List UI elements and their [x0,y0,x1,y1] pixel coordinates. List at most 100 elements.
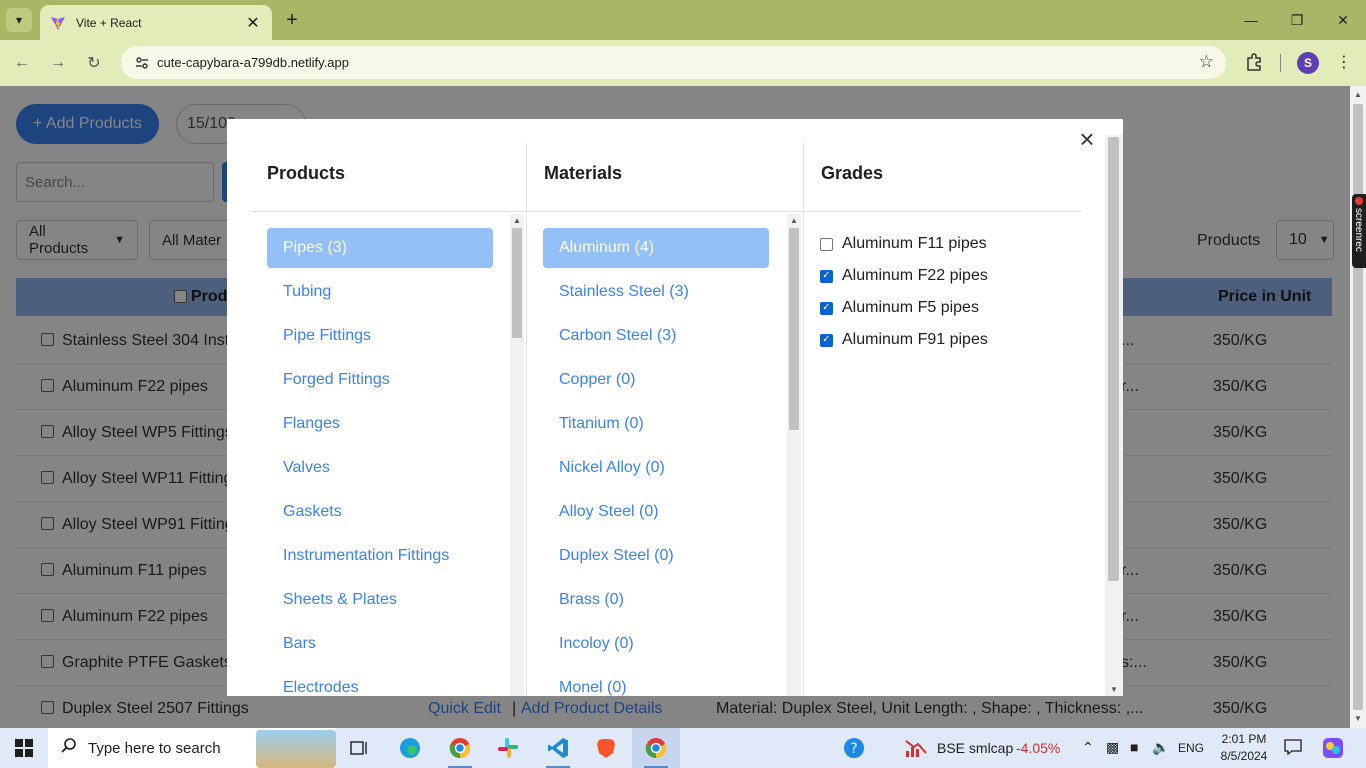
minimize-button[interactable]: — [1228,0,1274,40]
taskbar-clock[interactable]: 2:01 PM 8/5/2024 [1214,731,1274,765]
grade-checkbox[interactable]: ✓ [820,333,833,347]
clock-time: 2:01 PM [1221,732,1267,746]
grade-option[interactable]: ✓ Aluminum F5 pipes [820,296,979,320]
stock-name[interactable]: BSE smlcap [937,740,1013,756]
brave-icon [597,739,615,758]
materials-list-item[interactable]: Incoloy (0) [543,624,769,664]
edge-app[interactable] [386,728,434,768]
stock-change: -4.05% [1016,740,1061,756]
forward-button[interactable]: → [46,52,70,74]
back-button[interactable]: ← [10,52,34,74]
slack-app[interactable] [484,728,532,768]
network-icon[interactable]: ■ [1130,739,1138,755]
volume-icon[interactable]: 🔈 [1152,739,1169,756]
materials-list-item[interactable]: Brass (0) [543,580,769,620]
materials-scrollbar[interactable]: ▲ [787,214,801,696]
screenrec-label: screenrec [1353,208,1364,252]
materials-list-item[interactable]: Alloy Steel (0) [543,492,769,532]
materials-list: Aluminum (4) Stainless Steel (3) Carbon … [543,228,769,696]
grade-checkbox[interactable]: ✓ [820,269,833,283]
grade-label: Aluminum F11 pipes [842,235,987,252]
clock-date: 8/5/2024 [1220,749,1268,763]
brave-app[interactable] [582,728,630,768]
materials-list-item[interactable]: Titanium (0) [543,404,769,444]
chrome-icon [645,738,667,759]
grade-option[interactable]: ✓ Aluminum F22 pipes [820,264,988,288]
notifications-icon[interactable] [1284,738,1302,759]
reload-button[interactable]: ↻ [82,52,106,74]
tab-search-button[interactable]: ▾ [6,8,32,32]
site-info-icon[interactable] [133,54,151,72]
language-indicator[interactable]: ENG [1178,741,1204,755]
modal-close-icon[interactable]: × [1075,126,1099,152]
scroll-down-icon[interactable]: ▼ [1354,714,1362,723]
meet-now-icon[interactable]: ▩ [1106,739,1119,756]
products-list-item[interactable]: Forged Fittings [267,360,493,400]
products-list-item[interactable]: Pipes (3) [267,228,493,268]
taskbar-search-box[interactable]: Type here to search [48,728,336,768]
chrome-app[interactable] [436,728,484,768]
search-icon [60,737,78,760]
materials-scroll-thumb[interactable] [789,228,799,430]
checkmark-icon: ✓ [822,302,831,313]
restore-button[interactable]: ❐ [1274,0,1320,40]
chrome-profile-app[interactable] [632,728,680,768]
products-scrollbar[interactable]: ▲ [510,214,524,696]
tab-close-icon[interactable]: ✕ [244,13,262,33]
products-scroll-thumb[interactable] [512,228,522,338]
modal-scroll-thumb[interactable] [1108,137,1119,581]
scroll-up-icon[interactable]: ▲ [790,216,798,225]
products-list: Pipes (3) Tubing Pipe Fittings Forged Fi… [267,228,493,696]
profile-avatar[interactable]: S [1297,52,1319,74]
products-list-item[interactable]: Instrumentation Fittings [267,536,493,576]
products-list-item[interactable]: Bars [267,624,493,664]
show-hidden-icons-icon[interactable]: ⌃ [1082,739,1094,756]
products-list-item[interactable]: Pipe Fittings [267,316,493,356]
grade-option[interactable]: Aluminum F11 pipes [820,232,987,256]
materials-list-item[interactable]: Carbon Steel (3) [543,316,769,356]
windows-logo-icon [15,739,33,757]
materials-list-item[interactable]: Aluminum (4) [543,228,769,268]
taskbar-search-placeholder: Type here to search [88,739,221,757]
grade-option[interactable]: ✓ Aluminum F91 pipes [820,328,988,352]
extensions-icon[interactable] [1244,52,1264,72]
products-list-item[interactable]: Valves [267,448,493,488]
screenrec-widget[interactable]: screenrec [1352,194,1366,268]
start-button[interactable] [0,728,48,768]
bookmark-star-icon[interactable]: ☆ [1199,52,1214,72]
new-tab-button[interactable]: + [280,8,304,32]
copilot-icon[interactable] [1322,737,1344,762]
svg-text:?: ? [850,741,857,757]
page-scrollbar[interactable]: ▲ ▼ [1350,86,1366,728]
task-view-button[interactable] [336,728,384,768]
materials-list-item[interactable]: Stainless Steel (3) [543,272,769,312]
chrome-icon [449,738,471,759]
heading-divider [251,211,1081,212]
grade-checkbox[interactable] [820,237,833,251]
materials-list-item[interactable]: Monel (0) [543,668,769,696]
task-view-icon [350,741,367,755]
modal-scrollbar[interactable]: ▼ [1105,135,1123,696]
materials-list-item[interactable]: Nickel Alloy (0) [543,448,769,488]
products-list-item[interactable]: Sheets & Plates [267,580,493,620]
products-list-item[interactable]: Gaskets [267,492,493,532]
grade-label: Aluminum F22 pipes [842,267,988,284]
close-window-button[interactable]: ✕ [1320,0,1366,40]
browser-menu-icon[interactable]: ⋮ [1336,52,1352,72]
materials-column-heading: Materials [544,163,623,183]
column-divider [526,143,527,696]
materials-list-item[interactable]: Duplex Steel (0) [543,536,769,576]
vscode-app[interactable] [534,728,582,768]
products-list-item[interactable]: Electrodes [267,668,493,696]
grade-checkbox[interactable]: ✓ [820,301,833,315]
help-icon[interactable]: ? [842,736,866,763]
scroll-up-icon[interactable]: ▲ [513,216,521,225]
column-divider [803,143,804,696]
products-list-item[interactable]: Flanges [267,404,493,444]
address-bar[interactable]: cute-capybara-a799db.netlify.app ☆ [121,46,1226,79]
browser-tab[interactable]: Vite + React ✕ [40,5,272,40]
scroll-down-icon[interactable]: ▼ [1110,685,1118,694]
products-list-item[interactable]: Tubing [267,272,493,312]
materials-list-item[interactable]: Copper (0) [543,360,769,400]
scroll-up-icon[interactable]: ▲ [1354,90,1362,99]
